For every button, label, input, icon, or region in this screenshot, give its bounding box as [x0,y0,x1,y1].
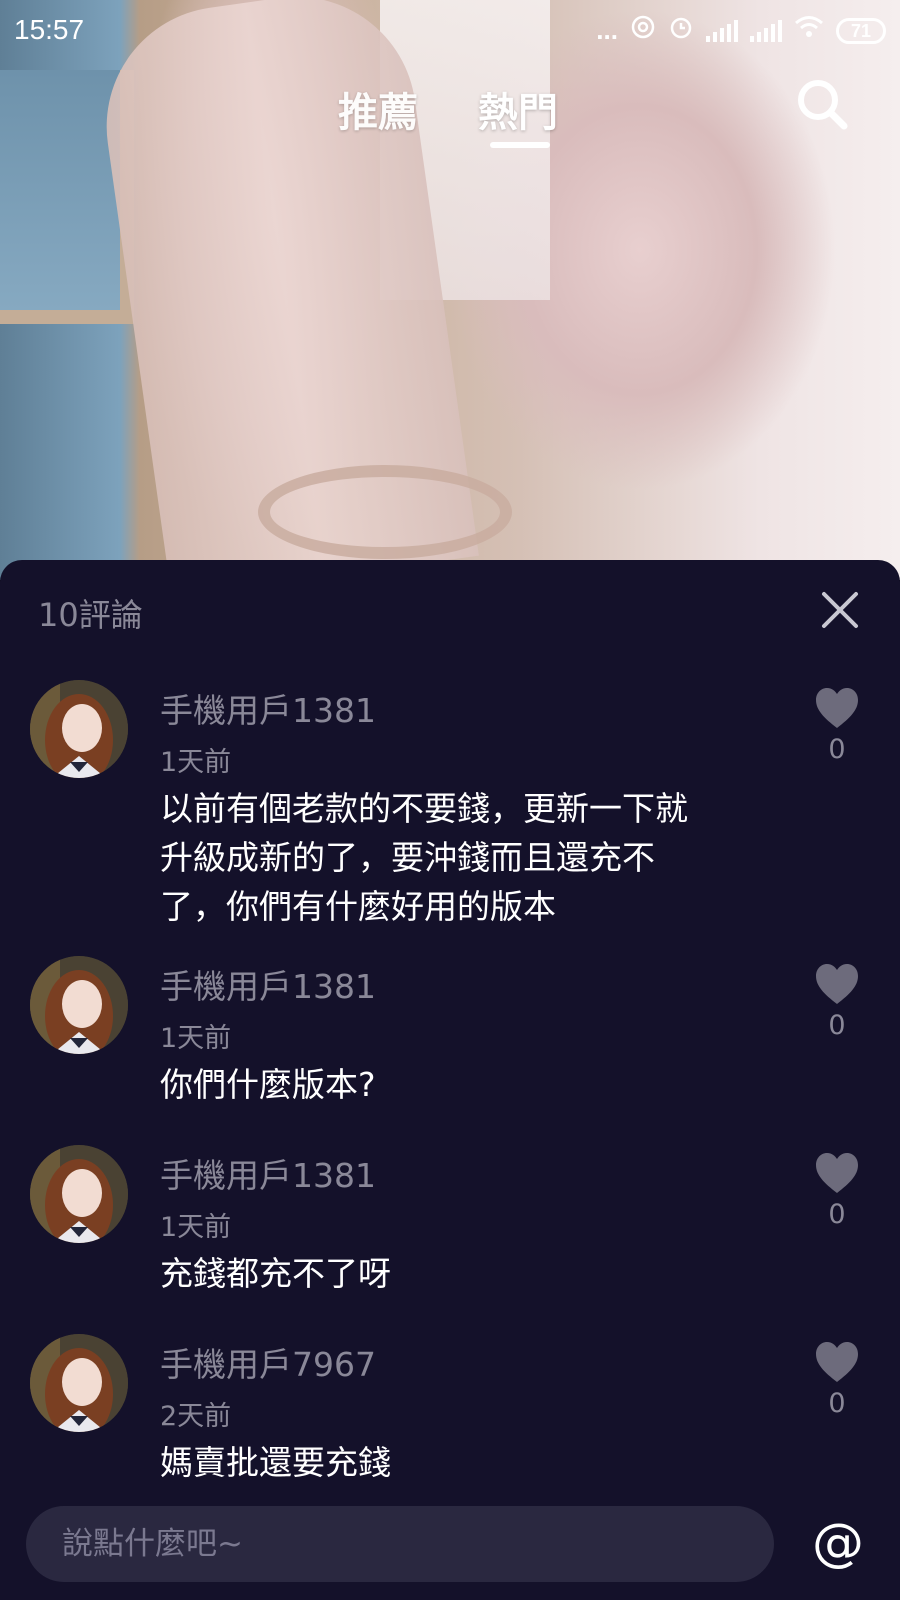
tab-hot[interactable]: 熱門 [478,80,558,138]
status-bar: 15:57 ... 71 [0,0,900,62]
like-button[interactable] [814,1151,860,1195]
comment-text: 充錢都充不了呀 [160,1254,391,1293]
heart-icon [816,688,858,728]
more-dots-icon: ... [596,15,618,45]
comment-username[interactable]: 手機用戶1381 [160,960,376,1008]
heart-icon [816,1342,858,1382]
avatar[interactable] [30,1334,128,1432]
at-icon: @ [812,1513,864,1573]
comment-username[interactable]: 手機用戶1381 [160,684,376,732]
feed-tabs: 推薦 熱門 [0,70,900,160]
battery-indicator: 71 [835,17,886,44]
alarm-icon [668,14,694,47]
comment-text: 媽賣批還要充錢 [160,1443,391,1482]
comment-count-title: 10評論 [38,596,143,634]
app-screen: 15:57 ... 71 推薦 熱門 10評論 手機用戶1381 1天前 以前有… [0,0,900,1600]
signal-icon-2 [749,19,782,42]
heart-icon [816,964,858,1004]
comment-timestamp: 1天前 [160,1212,232,1243]
hotspot-icon [630,14,656,47]
avatar[interactable] [30,680,128,778]
avatar[interactable] [30,1145,128,1243]
comment-text: 以前有個老款的不要錢，更新一下就升級成新的了，要沖錢而且還充不了，你們有什麼好用… [160,789,688,926]
heart-icon [816,1153,858,1193]
wifi-icon [794,15,824,46]
comment-timestamp: 1天前 [160,1023,232,1054]
search-icon [798,80,848,130]
like-count: 0 [828,1199,846,1230]
comment-timestamp: 2天前 [160,1401,232,1432]
comment-timestamp: 1天前 [160,747,232,778]
like-button[interactable] [814,686,860,730]
close-button[interactable] [820,590,860,630]
tab-recommend[interactable]: 推薦 [338,80,418,138]
close-icon [822,592,858,628]
active-tab-indicator [490,142,550,148]
comment-panel: 10評論 手機用戶1381 1天前 以前有個老款的不要錢，更新一下就升級成新的了… [0,560,900,1600]
comment-input[interactable] [26,1525,744,1563]
comment-input-bar [26,1506,774,1582]
signal-icon [705,19,738,42]
avatar[interactable] [30,956,128,1054]
like-count: 0 [828,1388,846,1419]
comment-text: 你們什麼版本? [160,1065,376,1104]
comment-username[interactable]: 手機用戶7967 [160,1338,376,1386]
like-count: 0 [828,734,846,765]
status-icons: ... 71 [596,14,886,47]
status-time: 15:57 [14,14,85,45]
comment-username[interactable]: 手機用戶1381 [160,1149,376,1197]
like-button[interactable] [814,1340,860,1384]
video-bg-hairband [258,465,512,559]
search-button[interactable] [794,76,850,132]
mention-button[interactable]: @ [808,1508,868,1578]
like-button[interactable] [814,962,860,1006]
like-count: 0 [828,1010,846,1041]
